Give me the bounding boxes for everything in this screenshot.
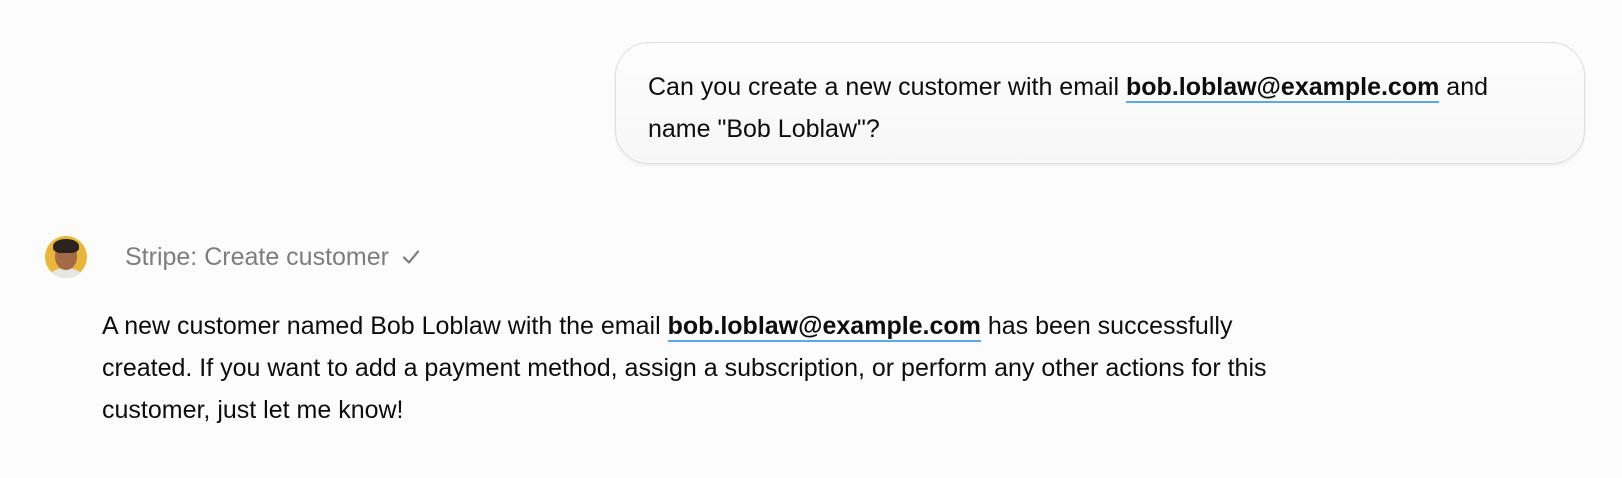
chat-thread: Can you create a new customer with email…	[0, 0, 1622, 478]
assistant-text-before: A new customer named Bob Loblaw with the…	[102, 312, 668, 340]
assistant-message-text: A new customer named Bob Loblaw with the…	[102, 305, 1322, 431]
tool-call-status[interactable]: Stripe: Create customer	[125, 243, 421, 272]
user-message-email-link[interactable]: bob.loblaw@example.com	[1126, 73, 1440, 103]
assistant-header: Stripe: Create customer	[45, 236, 421, 278]
user-message-bubble: Can you create a new customer with email…	[615, 42, 1585, 164]
user-message-text-before: Can you create a new customer with email	[648, 73, 1126, 101]
assistant-email-link[interactable]: bob.loblaw@example.com	[667, 312, 981, 342]
tool-call-label: Stripe: Create customer	[125, 242, 389, 271]
check-icon	[402, 250, 420, 264]
assistant-avatar-icon	[45, 236, 87, 278]
